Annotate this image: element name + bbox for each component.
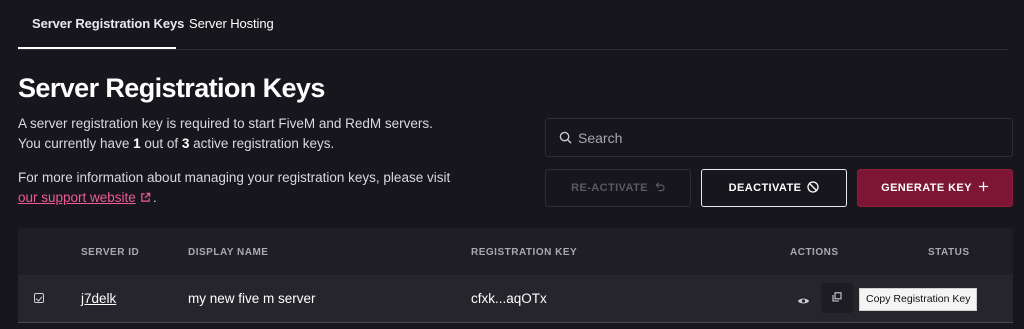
display-name-cell: my new five m server [188,291,316,306]
checkbox-icon[interactable] [34,293,44,303]
deactivate-label: DEACTIVATE [728,182,802,194]
registration-keys-table: SERVER ID DISPLAY NAME REGISTRATION KEY … [18,228,1013,329]
column-display-name[interactable]: DISPLAY NAME [188,247,268,258]
undo-icon [654,181,665,195]
deactivate-button[interactable]: DEACTIVATE [701,169,847,207]
description-line-2: You currently have 1 out of 3 active reg… [18,134,334,154]
server-id-link[interactable]: j7delk [81,291,116,306]
external-link-icon [140,189,151,209]
support-link-label: our support website [18,190,136,205]
column-registration-key[interactable]: REGISTRATION KEY [471,247,577,258]
plus-icon [978,181,989,195]
search-box [545,118,1013,157]
description-suffix: active registration keys. [189,136,335,151]
page: Server Registration Keys Server Hosting … [0,0,1024,329]
copy-key-button[interactable] [821,283,853,313]
generate-key-button[interactable]: GENERATE KEY [857,169,1013,207]
registration-key-cell: cfxk...aqOTx [471,291,547,306]
page-title: Server Registration Keys [18,73,325,103]
description-line-1: A server registration key is required to… [18,116,433,131]
description-middle: out of [140,136,182,151]
column-server-id[interactable]: SERVER ID [81,247,139,258]
ban-icon [807,180,819,196]
eye-icon[interactable] [797,293,810,311]
reactivate-label: RE-ACTIVATE [571,182,648,194]
description-prefix: You currently have [18,136,134,151]
copy-key-tooltip: Copy Registration Key [859,288,978,311]
tab-server-hosting[interactable]: Server Hosting [189,16,274,31]
support-link-suffix: . [153,190,157,205]
reactivate-button[interactable]: RE-ACTIVATE [545,169,691,207]
copy-icon [832,289,842,307]
support-website-link[interactable]: our support website [18,188,151,209]
info-text: For more information about managing your… [18,170,451,185]
column-status[interactable]: STATUS [928,247,970,258]
search-icon [559,131,572,149]
table-header: SERVER ID DISPLAY NAME REGISTRATION KEY … [18,228,1013,275]
tab-bar: Server Registration Keys Server Hosting [18,0,1008,50]
search-input[interactable] [578,119,998,156]
active-key-count: 1 [133,136,141,151]
generate-key-label: GENERATE KEY [881,182,972,194]
tab-server-registration-keys[interactable]: Server Registration Keys [32,16,184,31]
active-tab-indicator [18,47,176,49]
column-actions: ACTIONS [790,247,839,258]
